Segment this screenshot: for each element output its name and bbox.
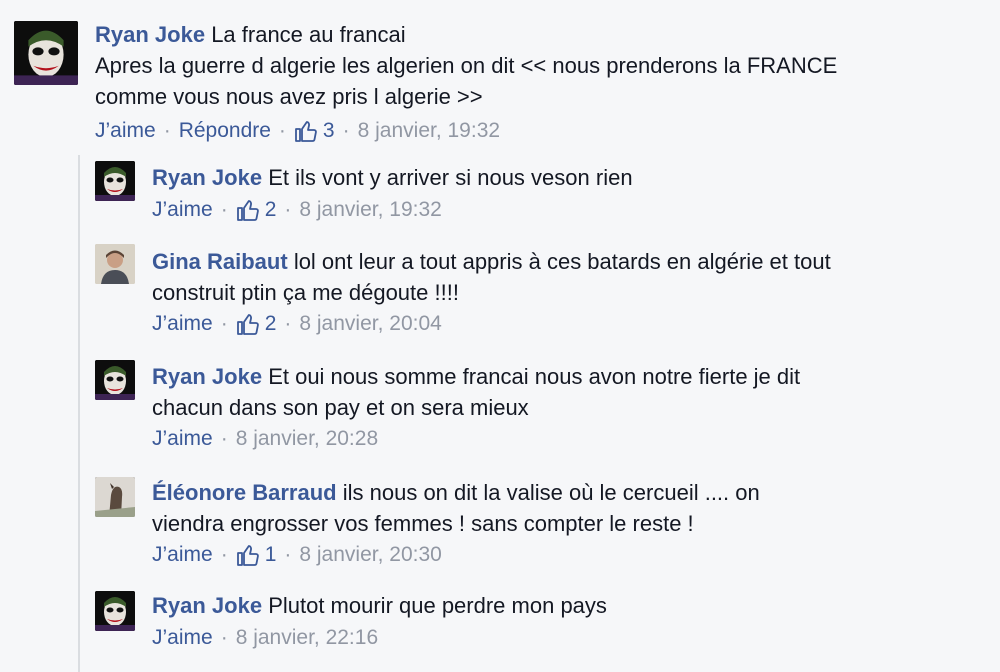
comment-actions: J’aime · 2 · 8 janvier, 19:32 <box>152 198 442 222</box>
like-count[interactable]: 2 <box>236 312 277 336</box>
thumbs-up-icon <box>236 200 259 221</box>
like-count-value: 3 <box>322 119 335 142</box>
like-link[interactable]: J’aime <box>152 198 213 222</box>
thumbs-up-icon <box>295 121 317 142</box>
thumbs-up-icon <box>236 545 259 566</box>
separator: · <box>220 312 228 335</box>
comment-text: La france au francai Apres la guerre d a… <box>95 22 838 109</box>
comment-author[interactable]: Gina Raibaut <box>152 249 288 274</box>
comment-author[interactable]: Ryan Joke <box>95 22 205 47</box>
separator: · <box>220 543 228 566</box>
separator: · <box>220 198 228 221</box>
joker-avatar-icon[interactable] <box>95 360 135 400</box>
like-link[interactable]: J’aime <box>152 427 213 451</box>
comment-body: Ryan Joke Plutot mourir que perdre mon p… <box>152 590 982 621</box>
like-count[interactable]: 2 <box>236 198 277 222</box>
separator: · <box>220 427 228 450</box>
comment-actions: J’aime · 1 · 8 janvier, 20:30 <box>152 543 442 567</box>
thumbs-up-icon <box>236 314 259 335</box>
comment-body: Ryan Joke Et ils vont y arriver si nous … <box>152 162 972 193</box>
comment-actions: J’aime · 2 · 8 janvier, 20:04 <box>152 312 442 336</box>
separator: · <box>284 198 292 221</box>
separator: · <box>284 312 292 335</box>
comment-body: Ryan Joke Et oui nous somme francai nous… <box>152 361 982 423</box>
comment-author[interactable]: Éléonore Barraud <box>152 480 337 505</box>
like-count-value: 2 <box>264 198 277 221</box>
reply-link[interactable]: Répondre <box>179 119 271 143</box>
joker-avatar-icon[interactable] <box>95 591 135 631</box>
comment-actions: J’aime · 8 janvier, 20:28 <box>152 427 378 451</box>
comment-author[interactable]: Ryan Joke <box>152 364 262 389</box>
separator: · <box>284 543 292 566</box>
like-count-value: 1 <box>264 543 277 566</box>
separator: · <box>342 119 350 142</box>
horse-photo-avatar-icon[interactable] <box>95 477 135 517</box>
timestamp[interactable]: 8 janvier, 20:04 <box>299 312 441 336</box>
comment-body: Éléonore Barraud ils nous on dit la vali… <box>152 477 982 539</box>
timestamp[interactable]: 8 janvier, 19:32 <box>299 198 441 222</box>
comment-actions: J’aime · 8 janvier, 22:16 <box>152 626 378 650</box>
joker-avatar-icon[interactable] <box>14 21 78 85</box>
separator: · <box>278 119 286 142</box>
reply-thread-line <box>78 155 80 672</box>
like-link[interactable]: J’aime <box>152 312 213 336</box>
comment-author[interactable]: Ryan Joke <box>152 593 262 618</box>
comment-body: Ryan Joke La france au francai Apres la … <box>95 19 975 112</box>
like-count-value: 2 <box>264 312 277 335</box>
comment-actions: J’aime · Répondre · 3 · 8 janvier, 19:32 <box>95 119 500 143</box>
like-link[interactable]: J’aime <box>95 119 156 143</box>
comment-text: Plutot mourir que perdre mon pays <box>268 593 607 618</box>
comment-author[interactable]: Ryan Joke <box>152 165 262 190</box>
like-count[interactable]: 1 <box>236 543 277 567</box>
like-link[interactable]: J’aime <box>152 543 213 567</box>
person-photo-avatar-icon[interactable] <box>95 244 135 284</box>
joker-avatar-icon[interactable] <box>95 161 135 201</box>
comment-body: Gina Raibaut lol ont leur a tout appris … <box>152 246 982 308</box>
separator: · <box>163 119 171 142</box>
like-count[interactable]: 3 <box>294 119 335 143</box>
comment-text: Et ils vont y arriver si nous veson rien <box>268 165 633 190</box>
timestamp[interactable]: 8 janvier, 22:16 <box>236 626 378 650</box>
like-link[interactable]: J’aime <box>152 626 213 650</box>
timestamp[interactable]: 8 janvier, 20:30 <box>299 543 441 567</box>
separator: · <box>220 626 228 649</box>
timestamp[interactable]: 8 janvier, 20:28 <box>236 427 378 451</box>
timestamp[interactable]: 8 janvier, 19:32 <box>358 119 500 143</box>
